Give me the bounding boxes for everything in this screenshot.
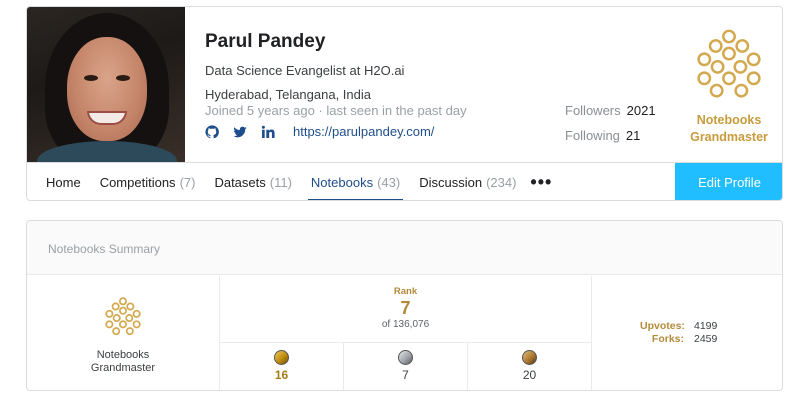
bronze-medal-icon bbox=[522, 350, 537, 365]
gold-medal-count: 16 bbox=[274, 368, 289, 382]
more-icon[interactable]: ••• bbox=[530, 163, 552, 200]
forks-label: Forks: bbox=[651, 333, 684, 345]
tab-competitions[interactable]: Competitions (7) bbox=[100, 163, 196, 200]
upvotes-count: 4199 bbox=[694, 320, 718, 332]
medal-counts: 16 7 20 bbox=[220, 343, 591, 390]
following-label: Following bbox=[565, 128, 620, 143]
profile-nav: Home Competitions (7) Datasets (11) Notebo… bbox=[27, 162, 782, 200]
github-icon[interactable] bbox=[205, 124, 219, 139]
avatar[interactable] bbox=[27, 7, 185, 162]
following-row[interactable]: Following 21 bbox=[565, 128, 656, 143]
bronze-medal-count: 20 bbox=[522, 368, 537, 382]
summary-rank: Rank 7 of 136,076 16 7 20 bbox=[220, 276, 592, 390]
tab-notebooks[interactable]: Notebooks (43) bbox=[307, 163, 404, 200]
silver-medal-count: 7 bbox=[402, 368, 409, 382]
tab-discussion[interactable]: Discussion (234) bbox=[419, 163, 516, 200]
rank-label: Rank bbox=[393, 286, 418, 297]
followers-row[interactable]: Followers 2021 bbox=[565, 103, 656, 118]
profile-joined: Joined 5 years ago · last seen in the pa… bbox=[205, 103, 467, 118]
summary-tier-line2: Grandmaster bbox=[90, 362, 156, 374]
website-link[interactable]: https://parulpandey.com/ bbox=[293, 124, 434, 139]
silver-medal-cell: 7 bbox=[344, 343, 468, 390]
followers-label: Followers bbox=[565, 103, 621, 118]
following-count: 21 bbox=[625, 128, 641, 143]
followers-count: 2021 bbox=[626, 103, 656, 118]
edit-profile-button[interactable]: Edit Profile bbox=[675, 163, 782, 200]
tier-label-line1: Notebooks bbox=[696, 113, 762, 127]
tab-datasets[interactable]: Datasets (11) bbox=[214, 163, 291, 200]
profile-card: Parul Pandey Data Science Evangelist at … bbox=[26, 6, 783, 201]
profile-location: Hyderabad, Telangana, India bbox=[205, 87, 371, 102]
tab-home[interactable]: Home bbox=[46, 163, 81, 200]
summary-title: Notebooks Summary bbox=[27, 221, 782, 275]
notebooks-summary-card: Notebooks Summary Notebooks Grandmaster … bbox=[26, 220, 783, 391]
silver-medal-icon bbox=[398, 350, 413, 365]
profile-name: Parul Pandey bbox=[205, 31, 326, 52]
gold-medal-icon bbox=[274, 350, 289, 365]
grandmaster-icon bbox=[697, 29, 761, 98]
upvotes-label: Upvotes: bbox=[640, 320, 685, 332]
follow-stats: Followers 2021 Following 21 bbox=[565, 103, 656, 153]
linkedin-icon[interactable] bbox=[261, 125, 275, 139]
gold-medal-cell: 16 bbox=[220, 343, 344, 390]
tier-label-line2: Grandmaster bbox=[690, 130, 768, 144]
twitter-icon[interactable] bbox=[233, 125, 247, 139]
social-links: https://parulpandey.com/ bbox=[205, 124, 434, 139]
bronze-medal-cell: 20 bbox=[468, 343, 591, 390]
forks-count: 2459 bbox=[694, 333, 718, 345]
grandmaster-icon bbox=[105, 297, 141, 336]
tier-badge: Notebooks Grandmaster bbox=[687, 27, 771, 146]
rank-value: 7 bbox=[400, 298, 411, 318]
summary-tier-line1: Notebooks bbox=[96, 349, 150, 361]
rank-total: of 136,076 bbox=[381, 319, 430, 330]
profile-title: Data Science Evangelist at H2O.ai bbox=[205, 63, 405, 78]
summary-votes: Upvotes: 4199 Forks: 2459 bbox=[592, 276, 782, 390]
summary-tier: Notebooks Grandmaster bbox=[27, 276, 220, 390]
